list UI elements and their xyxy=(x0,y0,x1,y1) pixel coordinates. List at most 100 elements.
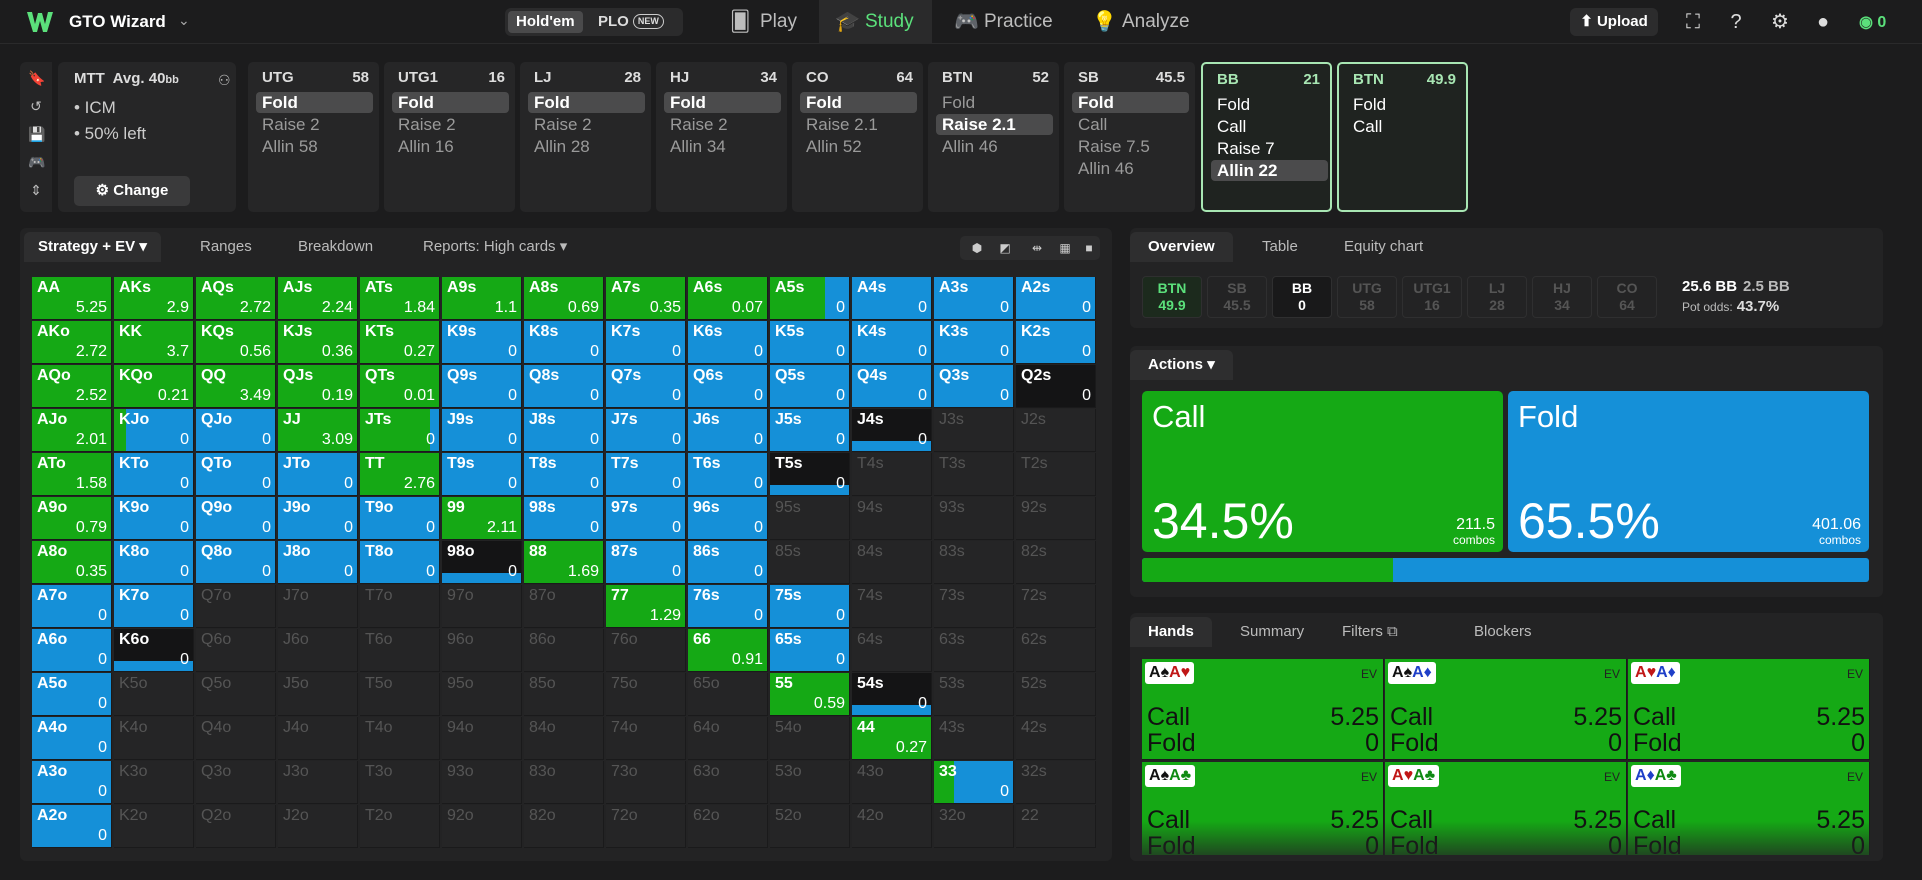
matrix-cell[interactable]: Q2s 0 xyxy=(1016,365,1096,408)
scan-icon[interactable]: ⛶ xyxy=(1681,10,1705,34)
matrix-cell[interactable]: Q6o xyxy=(196,629,276,672)
matrix-cell[interactable]: A9s 1.1 xyxy=(442,277,522,320)
matrix-cell[interactable]: 98s 0 xyxy=(524,497,604,540)
matrix-cell[interactable]: K4s 0 xyxy=(852,321,932,364)
position-action[interactable]: Call xyxy=(1072,114,1189,135)
position-action[interactable]: Call xyxy=(1347,116,1464,137)
matrix-cell[interactable]: Q8o 0 xyxy=(196,541,276,584)
position-action[interactable]: Fold xyxy=(664,92,781,113)
matrix-cell[interactable]: A2s 0 xyxy=(1016,277,1096,320)
matrix-cell[interactable]: K9s 0 xyxy=(442,321,522,364)
matrix-cell[interactable]: T9s 0 xyxy=(442,453,522,496)
matrix-cell[interactable]: ATo 1.58 xyxy=(32,453,112,496)
matrix-cell[interactable]: A2o 0 xyxy=(32,805,112,848)
matrix-cell[interactable]: AA 5.25 xyxy=(32,277,112,320)
matrix-cell[interactable]: 64o xyxy=(688,717,768,760)
matrix-cell[interactable]: T3s xyxy=(934,453,1014,496)
position-card-hj[interactable]: HJ 34 Fold Raise 2 Allin 34 xyxy=(656,62,787,212)
matrix-cell[interactable]: A3s 0 xyxy=(934,277,1014,320)
matrix-cell[interactable]: Q4o xyxy=(196,717,276,760)
matrix-cell[interactable]: J9s 0 xyxy=(442,409,522,452)
position-card-lj[interactable]: LJ 28 Fold Raise 2 Allin 28 xyxy=(520,62,651,212)
matrix-cell[interactable]: K8o 0 xyxy=(114,541,194,584)
position-action[interactable]: Allin 22 xyxy=(1211,160,1328,181)
nav-practice[interactable]: 🎮 Practice xyxy=(938,0,1071,44)
tab-filters[interactable]: Filters ⧉ xyxy=(1324,617,1416,647)
matrix-cell[interactable]: T7s 0 xyxy=(606,453,686,496)
position-action[interactable]: Raise 2.1 xyxy=(800,114,917,135)
matrix-cell[interactable]: 54s 0 xyxy=(852,673,932,716)
matrix-cell[interactable]: J8s 0 xyxy=(524,409,604,452)
matrix-cell[interactable]: Q8s 0 xyxy=(524,365,604,408)
position-action[interactable]: Fold xyxy=(528,92,645,113)
gear-icon[interactable]: ⚙ xyxy=(1768,10,1792,34)
position-card-btn[interactable]: BTN 52 Fold Raise 2.1 Allin 46 xyxy=(928,62,1059,212)
position-action[interactable]: Raise 2 xyxy=(256,114,373,135)
matrix-cell[interactable]: 97o xyxy=(442,585,522,628)
matrix-cell[interactable]: KQs 0.56 xyxy=(196,321,276,364)
matrix-cell[interactable]: AKo 2.72 xyxy=(32,321,112,364)
matrix-cell[interactable]: J4o xyxy=(278,717,358,760)
matrix-cell[interactable]: T8s 0 xyxy=(524,453,604,496)
matrix-cell[interactable]: T5s 0 xyxy=(770,453,850,496)
matrix-cell[interactable]: 83s xyxy=(934,541,1014,584)
matrix-cell[interactable]: T6s 0 xyxy=(688,453,768,496)
position-action[interactable]: Fold xyxy=(392,92,509,113)
matrix-cell[interactable]: A8s 0.69 xyxy=(524,277,604,320)
position-card-sb[interactable]: SB 45.5 Fold Call Raise 7.5 Allin 46 xyxy=(1064,62,1195,212)
position-action[interactable]: Fold xyxy=(936,92,1053,113)
matrix-cell[interactable]: A3o 0 xyxy=(32,761,112,804)
overview-position-sb[interactable]: SB 45.5 xyxy=(1207,276,1267,318)
matrix-cell[interactable]: 85o xyxy=(524,673,604,716)
matrix-cell[interactable]: Q9o 0 xyxy=(196,497,276,540)
matrix-cell[interactable]: 88 1.69 xyxy=(524,541,604,584)
matrix-cell[interactable]: Q4s 0 xyxy=(852,365,932,408)
chevron-down-icon[interactable]: ⌄ xyxy=(178,12,190,29)
matrix-cell[interactable]: T5o xyxy=(360,673,440,716)
matrix-cell[interactable]: K6o 0 xyxy=(114,629,194,672)
position-action[interactable]: Allin 34 xyxy=(664,136,781,157)
fold-action-card[interactable]: Fold 65.5% 401.06 combos xyxy=(1508,391,1869,552)
matrix-cell[interactable]: J6o xyxy=(278,629,358,672)
overview-position-btn[interactable]: BTN 49.9 xyxy=(1142,276,1202,318)
matrix-cell[interactable]: 53o xyxy=(770,761,850,804)
matrix-cell[interactable]: T9o 0 xyxy=(360,497,440,540)
nav-play[interactable]: 🂠 Play xyxy=(714,0,815,44)
matrix-cell[interactable]: KTs 0.27 xyxy=(360,321,440,364)
matrix-cell[interactable]: 54o xyxy=(770,717,850,760)
position-card-utg1[interactable]: UTG1 16 Fold Raise 2 Allin 16 xyxy=(384,62,515,212)
matrix-cell[interactable]: QJo 0 xyxy=(196,409,276,452)
matrix-cell[interactable]: K7s 0 xyxy=(606,321,686,364)
matrix-cell[interactable]: 73s xyxy=(934,585,1014,628)
matrix-cell[interactable]: K3s 0 xyxy=(934,321,1014,364)
help-icon[interactable]: ? xyxy=(1724,10,1748,34)
matrix-cell[interactable]: A6s 0.07 xyxy=(688,277,768,320)
matrix-cell[interactable]: AQo 2.52 xyxy=(32,365,112,408)
compact-icon[interactable]: ⇹ xyxy=(1026,239,1048,257)
matrix-cell[interactable]: Q7o xyxy=(196,585,276,628)
matrix-cell[interactable]: Q5o xyxy=(196,673,276,716)
matrix-cell[interactable]: 76o xyxy=(606,629,686,672)
matrix-cell[interactable]: A7o 0 xyxy=(32,585,112,628)
people-icon[interactable]: ⚇ xyxy=(218,72,231,89)
matrix-cell[interactable]: K7o 0 xyxy=(114,585,194,628)
overview-position-utg[interactable]: UTG 58 xyxy=(1337,276,1397,318)
matrix-cell[interactable]: 32s xyxy=(1016,761,1096,804)
position-action[interactable]: Allin 46 xyxy=(1072,158,1189,179)
matrix-cell[interactable]: K5o xyxy=(114,673,194,716)
upload-button[interactable]: ⬆ Upload xyxy=(1570,8,1658,36)
matrix-cell[interactable]: 83o xyxy=(524,761,604,804)
square-icon[interactable]: ■ xyxy=(1078,239,1100,257)
brand-name[interactable]: GTO Wizard xyxy=(69,12,166,32)
matrix-cell[interactable]: J3o xyxy=(278,761,358,804)
matrix-cell[interactable]: 93o xyxy=(442,761,522,804)
matrix-cell[interactable]: 75o xyxy=(606,673,686,716)
matrix-cell[interactable]: J9o 0 xyxy=(278,497,358,540)
game-plo-button[interactable]: PLO NEW xyxy=(590,11,672,33)
matrix-cell[interactable]: A5s 0 xyxy=(770,277,850,320)
matrix-cell[interactable]: J2o xyxy=(278,805,358,848)
matrix-cell[interactable]: JJ 3.09 xyxy=(278,409,358,452)
matrix-cell[interactable]: J2s xyxy=(1016,409,1096,452)
matrix-cell[interactable]: 63o xyxy=(688,761,768,804)
game-holdem-button[interactable]: Hold'em xyxy=(508,11,583,33)
